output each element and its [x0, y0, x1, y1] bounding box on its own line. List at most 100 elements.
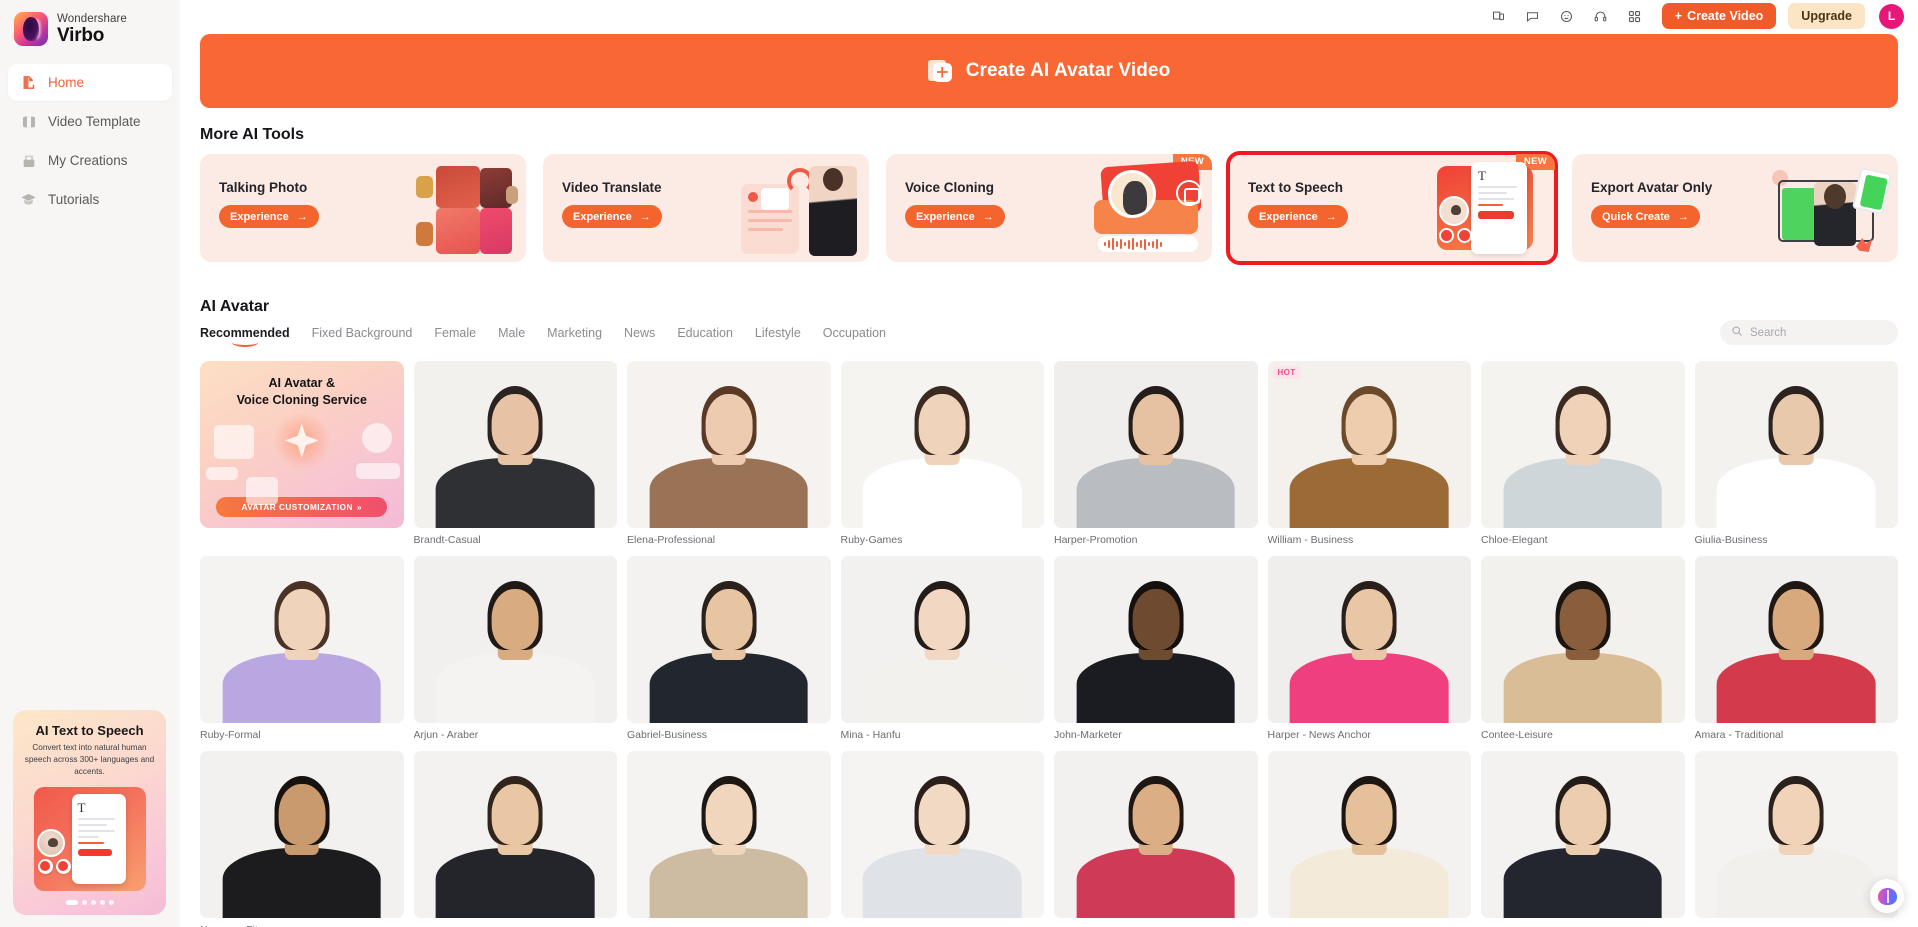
avatar-customization-banner[interactable]: AI Avatar & Voice Cloning Service AVATAR…	[200, 361, 404, 528]
tab-male[interactable]: Male	[498, 326, 525, 347]
avatar-card[interactable]	[1481, 751, 1685, 927]
avatar-thumbnail	[413, 751, 617, 918]
brand-company: Wondershare	[57, 12, 127, 25]
tab-fixed-background[interactable]: Fixed Background	[312, 326, 413, 347]
app-root: Wondershare Virbo Home Video Template My…	[0, 0, 1918, 927]
hero-label: Create AI Avatar Video	[965, 60, 1171, 81]
avatar-card[interactable]	[840, 751, 1044, 927]
avatar-portrait	[1481, 556, 1685, 723]
avatar-portrait	[1695, 556, 1899, 723]
sidebar-nav: Home Video Template My Creations Tutoria…	[0, 64, 180, 218]
add-video-icon	[927, 59, 953, 84]
avatar-portrait	[1695, 361, 1899, 528]
avatar-card[interactable]: Mina - Hanfu	[840, 556, 1044, 741]
avatar-card[interactable]	[413, 751, 617, 927]
tool-cta-button[interactable]: Experience →	[562, 205, 662, 228]
avatar-name-label: Gabriel-Business	[627, 729, 707, 741]
tool-cta-label: Quick Create	[1602, 210, 1670, 223]
promo-title: AI Text to Speech	[35, 723, 144, 738]
device-screen-icon[interactable]	[1490, 7, 1508, 25]
promo-carousel-dots[interactable]	[13, 899, 166, 905]
plus-icon: +	[1674, 9, 1683, 23]
avatar-search-box[interactable]	[1720, 320, 1898, 345]
avatar-thumbnail	[1694, 751, 1898, 918]
tool-card-talking-photo[interactable]: Talking Photo Experience →	[200, 154, 526, 262]
tool-cta-button[interactable]: Experience →	[1248, 205, 1348, 228]
ai-avatar-tabs: Recommended Fixed Background Female Male…	[200, 326, 886, 347]
avatar-card[interactable]: Noppon - Fitness	[200, 751, 404, 927]
tool-cta-button[interactable]: Experience →	[905, 205, 1005, 228]
avatar-card[interactable]	[1694, 751, 1898, 927]
avatar-card[interactable]: HOT William - Business	[1267, 361, 1471, 546]
promo-pill-icons	[37, 858, 71, 874]
ai-avatar-header: AI Avatar Recommended Fixed Background F…	[200, 280, 1898, 347]
tool-card-export-avatar-only[interactable]: Export Avatar Only Quick Create →	[1572, 154, 1898, 262]
apps-grid-icon[interactable]	[1626, 7, 1644, 25]
tab-marketing[interactable]: Marketing	[547, 326, 602, 347]
avatar-card[interactable]: Giulia-Business	[1694, 361, 1899, 546]
feedback-chat-icon[interactable]	[1524, 7, 1542, 25]
tool-cta-label: Experience	[573, 210, 632, 223]
tool-card-video-translate[interactable]: Video Translate Experience →	[543, 154, 869, 262]
headset-support-icon[interactable]	[1592, 7, 1610, 25]
tab-news[interactable]: News	[624, 326, 655, 347]
sidebar-item-my-creations[interactable]: My Creations	[8, 142, 172, 179]
tab-female[interactable]: Female	[434, 326, 476, 347]
avatar-card[interactable]: Ruby-Formal	[200, 556, 404, 741]
avatar-thumbnail	[840, 751, 1044, 918]
avatar-thumbnail	[1694, 556, 1899, 723]
brand-product: Virbo	[57, 24, 105, 46]
avatar-portrait	[1054, 751, 1258, 918]
avatar-card[interactable]: Arjun - Araber	[413, 556, 617, 741]
arrow-right-icon: →	[639, 210, 651, 223]
ai-assistant-fab[interactable]	[1870, 879, 1904, 913]
avatar-portrait	[414, 361, 618, 528]
create-video-button[interactable]: + Create Video	[1661, 3, 1777, 29]
avatar-card[interactable]: Ruby-Games	[840, 361, 1044, 546]
sidebar-item-tutorials[interactable]: Tutorials	[8, 181, 172, 218]
avatar-card[interactable]: Contee-Leisure	[1481, 556, 1685, 741]
promo-avatar-icon	[36, 828, 65, 857]
upgrade-button[interactable]: Upgrade	[1788, 3, 1865, 29]
sidebar-item-video-template[interactable]: Video Template	[8, 103, 172, 140]
create-ai-avatar-video-banner[interactable]: Create AI Avatar Video	[200, 34, 1898, 108]
tool-cta-button[interactable]: Experience →	[219, 205, 319, 228]
avatar-card[interactable]: Harper - News Anchor	[1267, 556, 1471, 741]
avatar-customization-button[interactable]: AVATAR CUSTOMIZATION »	[216, 497, 388, 517]
sidebar-item-home[interactable]: Home	[8, 64, 172, 101]
tool-cta-button[interactable]: Quick Create →	[1591, 205, 1700, 228]
avatar-card[interactable]	[1054, 751, 1258, 927]
banner-line1: AI Avatar &	[268, 376, 335, 390]
topbar-icon-group	[1490, 7, 1644, 25]
tool-artwork	[1086, 160, 1208, 256]
tab-occupation[interactable]: Occupation	[823, 326, 886, 347]
avatar-card[interactable]: Amara - Traditional	[1694, 556, 1899, 741]
virbo-logo-icon	[14, 12, 48, 46]
graduation-cap-icon	[20, 191, 37, 208]
avatar-card[interactable]: Brandt-Casual	[413, 361, 618, 546]
tool-artwork	[741, 162, 859, 258]
avatar-name-label: Ruby-Formal	[200, 729, 261, 741]
promo-description: Convert text into natural human speech a…	[24, 743, 155, 776]
tab-lifestyle[interactable]: Lifestyle	[755, 326, 801, 347]
user-avatar[interactable]: L	[1879, 3, 1904, 29]
avatar-card[interactable]: Chloe-Elegant	[1481, 361, 1685, 546]
tool-card-voice-cloning[interactable]: NEW Voice Cloning Experience →	[886, 154, 1212, 262]
avatar-card[interactable]: Elena-Professional	[627, 361, 831, 546]
chevron-right-icon: »	[356, 502, 362, 512]
promo-phone-mock: T	[71, 793, 126, 884]
avatar-banner-cell[interactable]: AI Avatar & Voice Cloning Service AVATAR…	[200, 361, 404, 546]
search-input[interactable]	[1750, 326, 1887, 339]
smiley-face-icon[interactable]	[1558, 7, 1576, 25]
sidebar-item-label: My Creations	[48, 153, 128, 168]
sidebar-promo-card[interactable]: AI Text to Speech Convert text into natu…	[13, 710, 166, 915]
avatar-card[interactable]: Harper-Promotion	[1054, 361, 1258, 546]
avatar-card[interactable]	[1267, 751, 1471, 927]
tool-card-text-to-speech[interactable]: NEW Text to Speech Experience → T	[1226, 151, 1558, 265]
avatar-portrait	[1054, 556, 1258, 723]
tab-education[interactable]: Education	[677, 326, 733, 347]
avatar-card[interactable]: Gabriel-Business	[627, 556, 831, 741]
avatar-card[interactable]: John-Marketer	[1054, 556, 1258, 741]
avatar-card[interactable]	[627, 751, 831, 927]
tab-recommended[interactable]: Recommended	[200, 326, 290, 347]
